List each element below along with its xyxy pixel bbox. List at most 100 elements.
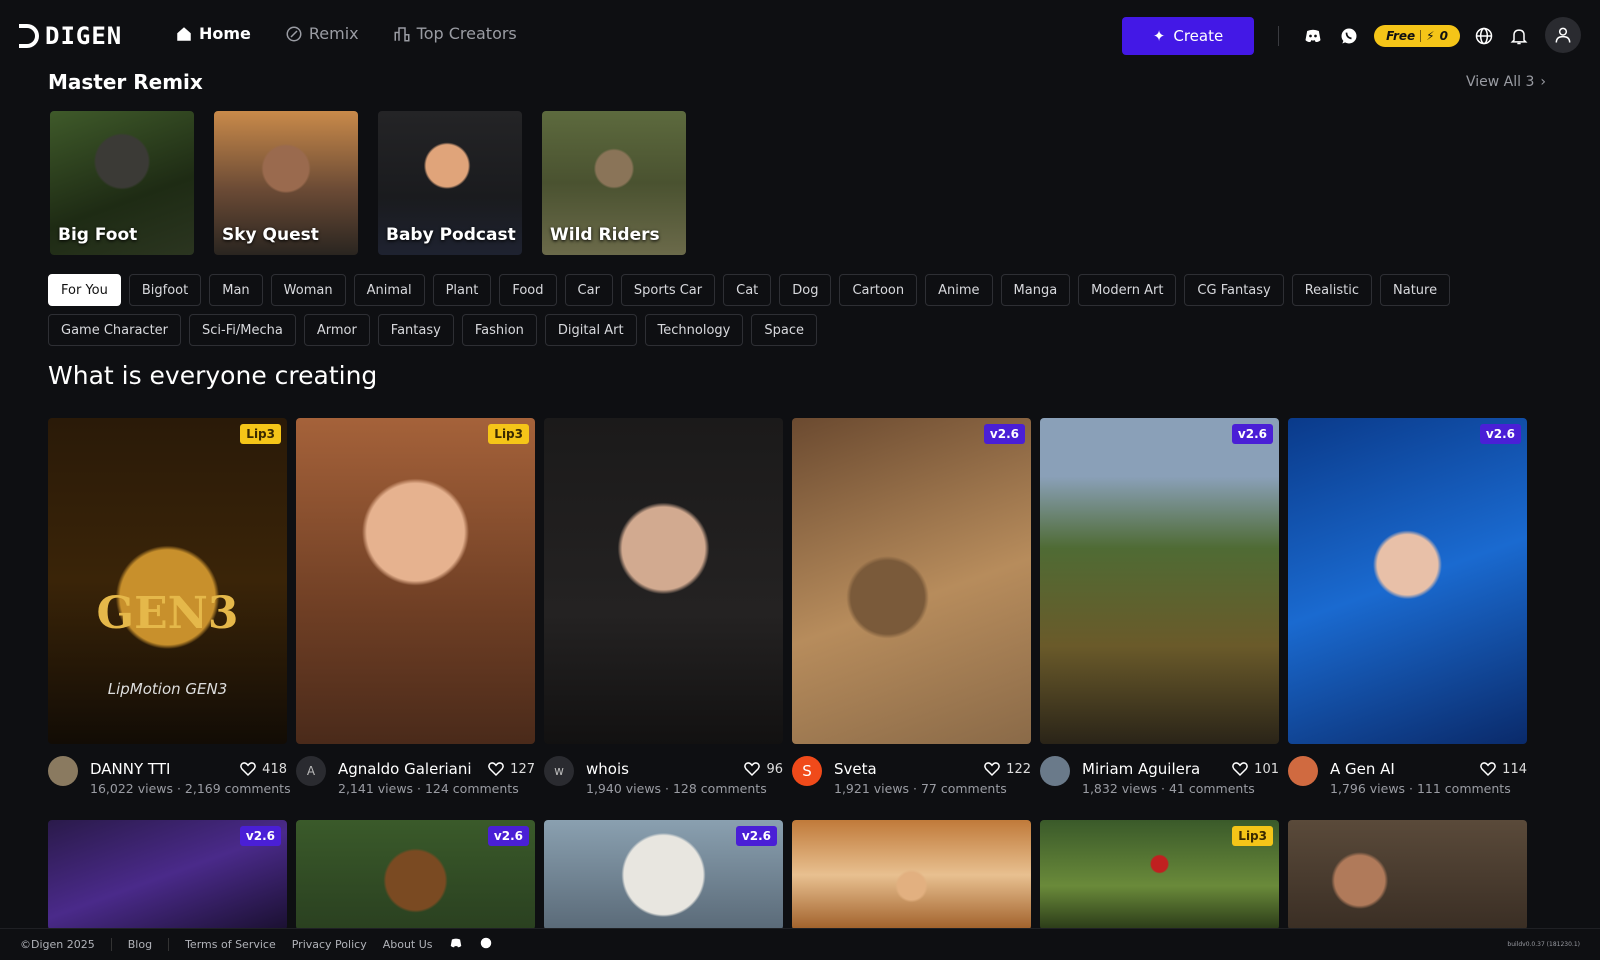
like-button[interactable]: 127: [487, 760, 535, 778]
tag-technology[interactable]: Technology: [644, 314, 744, 346]
tag-fashion[interactable]: Fashion: [461, 314, 537, 346]
feed-card-image[interactable]: [792, 820, 1031, 930]
footer-discord-icon[interactable]: [449, 936, 479, 953]
tag-man[interactable]: Man: [209, 274, 263, 306]
remix-card-sky-quest[interactable]: Sky Quest: [214, 111, 358, 255]
user-avatar[interactable]: A: [296, 756, 326, 786]
feed-card-image[interactable]: v2.6: [792, 418, 1031, 744]
feed-card[interactable]: [1288, 820, 1527, 930]
tag-animal[interactable]: Animal: [353, 274, 425, 306]
footer-link-terms[interactable]: Terms of Service: [168, 938, 292, 951]
remix-card-wild-riders[interactable]: Wild Riders: [542, 111, 686, 255]
nav-home[interactable]: Home: [175, 24, 251, 43]
feed-card-image[interactable]: [1288, 820, 1527, 930]
chevron-right-icon: ›: [1540, 74, 1546, 90]
feed-card[interactable]: Lip3: [1040, 820, 1279, 930]
tag-dog[interactable]: Dog: [779, 274, 832, 306]
like-button[interactable]: 96: [743, 760, 783, 778]
tag-game-character[interactable]: Game Character: [48, 314, 182, 346]
feed-card[interactable]: v2.6: [296, 820, 535, 930]
feed-card-image[interactable]: v2.6: [544, 820, 783, 930]
feed-card-image[interactable]: v2.6: [296, 820, 535, 930]
feed-card-image[interactable]: v2.6: [1040, 418, 1279, 744]
tag-cg-fantasy[interactable]: CG Fantasy: [1184, 274, 1284, 306]
feed-card-image[interactable]: v2.6: [1288, 418, 1527, 744]
nav-remix[interactable]: Remix: [285, 24, 359, 43]
tag-space[interactable]: Space: [751, 314, 817, 346]
remix-card-label: Wild Riders: [550, 225, 660, 245]
tag-plant[interactable]: Plant: [432, 274, 492, 306]
like-button[interactable]: 418: [239, 760, 287, 778]
card-stats: 16,022 views · 2,169 comments: [90, 781, 291, 796]
feed-card[interactable]: v2.6: [544, 820, 783, 930]
feed-card-meta: w whois 1,940 views · 128 comments 96: [544, 744, 783, 804]
user-avatar[interactable]: [48, 756, 78, 786]
feed-card-image[interactable]: Lip3: [1040, 820, 1279, 930]
heart-icon: [1232, 762, 1249, 777]
footer-link-about[interactable]: About Us: [383, 938, 449, 951]
like-button[interactable]: 122: [983, 760, 1031, 778]
tag-for-you[interactable]: For You: [48, 274, 121, 306]
tag-cartoon[interactable]: Cartoon: [839, 274, 918, 306]
tag-fantasy[interactable]: Fantasy: [377, 314, 454, 346]
footer-link-privacy[interactable]: Privacy Policy: [292, 938, 383, 951]
feed-card-image[interactable]: v2.6: [48, 820, 287, 930]
bell-icon[interactable]: [1508, 25, 1530, 47]
user-name[interactable]: Agnaldo Galeriani: [338, 760, 472, 778]
tag-sports-car[interactable]: Sports Car: [620, 274, 716, 306]
digen-logo[interactable]: DIGEN: [19, 22, 122, 50]
user-avatar[interactable]: [1040, 756, 1070, 786]
like-button[interactable]: 101: [1231, 760, 1279, 778]
create-button-label: Create: [1173, 27, 1224, 45]
like-count: 418: [262, 761, 287, 777]
remix-card-label: Baby Podcast: [386, 225, 516, 245]
feed-card-image[interactable]: GEN3 LipMotion GEN3 Lip3: [48, 418, 287, 744]
discord-icon[interactable]: [1302, 25, 1324, 47]
feed-card-image[interactable]: Lip3: [296, 418, 535, 744]
tag-manga[interactable]: Manga: [1000, 274, 1071, 306]
feed-card-image[interactable]: [544, 418, 783, 744]
feed-card[interactable]: v2.6 A Gen AI 1,796 views · 111 comments 11…: [1288, 418, 1527, 804]
feed-card[interactable]: [792, 820, 1031, 930]
user-name[interactable]: DANNY TTI: [90, 760, 170, 778]
feed-card[interactable]: v2.6 S Sveta 1,921 views · 77 comments 122: [792, 418, 1031, 804]
tag-car[interactable]: Car: [564, 274, 613, 306]
tag-woman[interactable]: Woman: [270, 274, 346, 306]
user-avatar[interactable]: w: [544, 756, 574, 786]
footer-link-blog[interactable]: Blog: [110, 938, 168, 951]
profile-avatar-button[interactable]: [1545, 17, 1581, 53]
tag-digital-art[interactable]: Digital Art: [544, 314, 637, 346]
feed-card[interactable]: v2.6: [48, 820, 287, 930]
like-button[interactable]: 114: [1479, 760, 1527, 778]
remix-card-big-foot[interactable]: Big Foot: [50, 111, 194, 255]
tag-food[interactable]: Food: [499, 274, 557, 306]
footer-whatsapp-icon[interactable]: [479, 936, 509, 953]
feed-card-meta: DANNY TTI 16,022 views · 2,169 comments 41…: [48, 744, 291, 804]
tag-sci-fi-mecha[interactable]: Sci-Fi/Mecha: [189, 314, 296, 346]
tag-cat[interactable]: Cat: [723, 274, 772, 306]
user-name[interactable]: Miriam Aguilera: [1082, 760, 1200, 778]
view-all-link[interactable]: View All 3 ›: [1466, 74, 1546, 90]
tag-bigfoot[interactable]: Bigfoot: [128, 274, 202, 306]
tag-modern-art[interactable]: Modern Art: [1078, 274, 1177, 306]
whatsapp-icon[interactable]: [1338, 25, 1360, 47]
feed-card[interactable]: Lip3 A Agnaldo Galeriani 2,141 views · 124 …: [296, 418, 535, 804]
feed-card[interactable]: GEN3 LipMotion GEN3 Lip3 DANNY TTI 16,022 vi…: [48, 418, 291, 804]
user-avatar[interactable]: [1288, 756, 1318, 786]
feed-card[interactable]: w whois 1,940 views · 128 comments 96: [544, 418, 783, 804]
user-name[interactable]: Sveta: [834, 760, 877, 778]
user-name[interactable]: whois: [586, 760, 629, 778]
tag-armor[interactable]: Armor: [303, 314, 370, 346]
globe-icon[interactable]: [1473, 25, 1495, 47]
credits-badge[interactable]: Free ⚡ 0: [1374, 25, 1460, 47]
tag-nature[interactable]: Nature: [1380, 274, 1451, 306]
create-button[interactable]: ✦ Create: [1122, 17, 1254, 55]
user-name[interactable]: A Gen AI: [1330, 760, 1395, 778]
user-avatar[interactable]: S: [792, 756, 822, 786]
feed-card[interactable]: v2.6 Miriam Aguilera 1,832 views · 41 comm…: [1040, 418, 1279, 804]
bolt-icon: ⚡: [1426, 29, 1435, 43]
nav-top-creators[interactable]: Top Creators: [393, 24, 517, 43]
tag-anime[interactable]: Anime: [925, 274, 993, 306]
remix-card-baby-podcast[interactable]: Baby Podcast: [378, 111, 522, 255]
tag-realistic[interactable]: Realistic: [1291, 274, 1373, 306]
